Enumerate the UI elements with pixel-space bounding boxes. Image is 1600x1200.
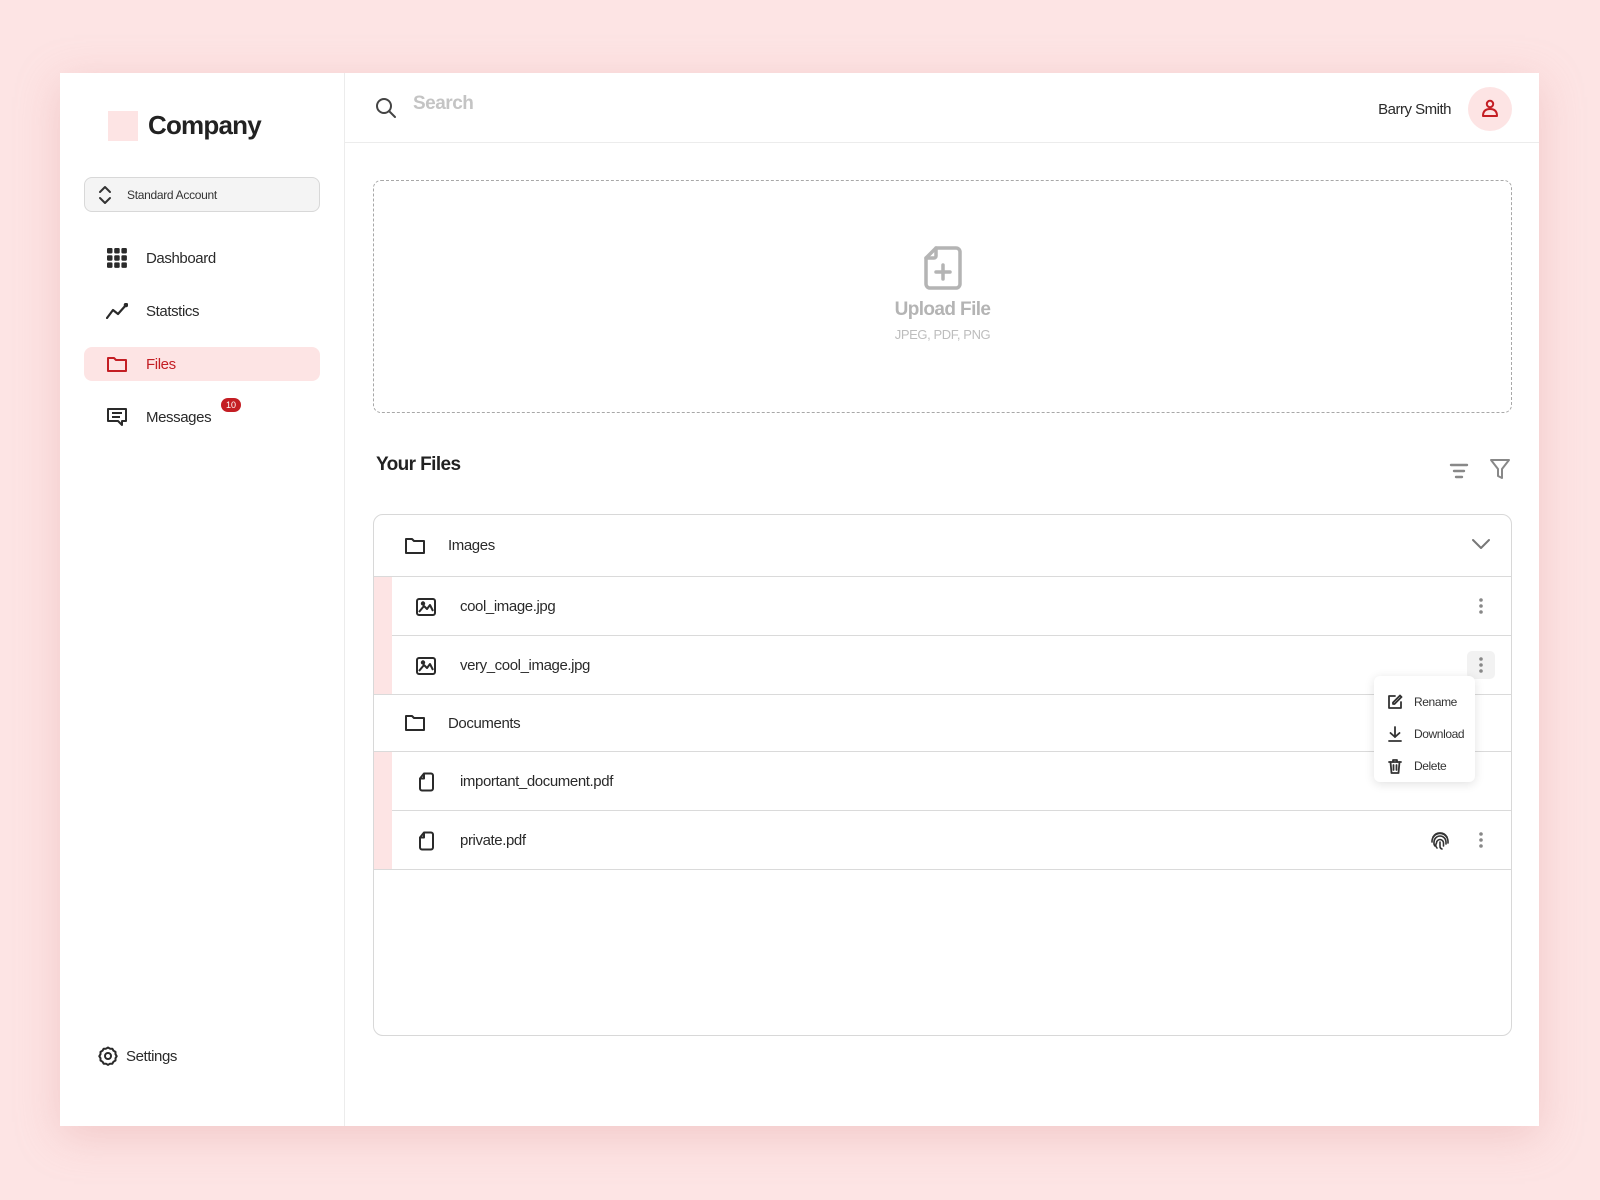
folder-row-documents[interactable]: Documents [374, 695, 1511, 752]
account-label: Standard Account [127, 187, 217, 202]
file-row[interactable]: very_cool_image.jpg [374, 636, 1511, 695]
kebab-icon [1479, 832, 1483, 848]
file-name: important_document.pdf [460, 773, 613, 790]
more-options-button[interactable] [1467, 592, 1495, 620]
file-row[interactable]: important_document.pdf [374, 752, 1511, 811]
folder-icon [106, 353, 128, 375]
upload-title: Upload File [894, 299, 991, 320]
document-icon [419, 772, 434, 791]
sidebar-item-files[interactable]: Files [84, 347, 320, 381]
sidebar-item-statistics[interactable]: Statstics [84, 294, 320, 328]
kebab-icon [1479, 598, 1483, 614]
search-icon [376, 98, 396, 118]
upload-dropzone[interactable]: Upload File JPEG, PDF, PNG [373, 180, 1512, 413]
sidebar-item-label: Statstics [146, 302, 200, 320]
avatar[interactable] [1468, 87, 1512, 131]
grid-icon [106, 247, 128, 269]
more-options-button[interactable] [1467, 651, 1495, 679]
file-row[interactable]: private.pdf [374, 811, 1511, 870]
search-input[interactable] [413, 93, 813, 115]
kebab-icon [1479, 657, 1483, 673]
message-icon [106, 406, 128, 428]
settings-label: Settings [126, 1047, 177, 1065]
sidebar-item-label: Messages [146, 408, 212, 426]
download-icon [1388, 726, 1402, 742]
trash-icon [1388, 759, 1402, 774]
menu-item-rename[interactable]: Rename [1374, 686, 1475, 718]
row-accent [374, 577, 392, 636]
chevron-down-icon[interactable] [1471, 537, 1491, 551]
folder-icon [405, 537, 425, 554]
main-content: Barry Smith Upload File JPEG, PDF, PNG Y… [345, 73, 1539, 1126]
menu-item-label: Delete [1414, 759, 1447, 773]
sidebar-item-label: Dashboard [146, 249, 216, 267]
folder-name: Documents [448, 714, 521, 732]
brand-name: Company [148, 110, 262, 140]
menu-item-label: Download [1414, 727, 1465, 741]
file-list: Images cool_image.jpg very_cool_image.jp… [373, 514, 1512, 1036]
sidebar-item-dashboard[interactable]: Dashboard [84, 241, 320, 275]
file-name: cool_image.jpg [460, 598, 556, 615]
file-add-icon [923, 246, 962, 290]
user-icon [1482, 99, 1498, 117]
settings-link[interactable]: Settings [98, 1046, 177, 1066]
image-icon [416, 597, 436, 616]
user-name: Barry Smith [1378, 101, 1451, 118]
chevron-up-down-icon [99, 185, 111, 204]
edit-icon [1388, 694, 1403, 709]
app-window: Company Standard Account Dashboard Stats… [60, 73, 1539, 1126]
unread-badge: 10 [221, 398, 242, 412]
your-files-heading: Your Files [376, 454, 461, 475]
filter-icon[interactable] [1489, 458, 1511, 480]
sidebar-item-messages[interactable]: Messages 10 [84, 398, 320, 434]
top-bar: Barry Smith [345, 73, 1539, 143]
document-icon [419, 831, 434, 850]
row-accent [374, 636, 392, 695]
folder-row-images[interactable]: Images [374, 515, 1511, 577]
brand: Company [108, 110, 262, 141]
file-row[interactable]: cool_image.jpg [374, 577, 1511, 636]
file-context-menu: Rename Download Delete [1374, 676, 1475, 782]
row-accent [374, 752, 392, 811]
sort-icon[interactable] [1449, 462, 1469, 480]
account-switcher[interactable]: Standard Account [84, 177, 320, 212]
brand-logo [108, 110, 138, 141]
folder-name: Images [448, 537, 495, 554]
file-name: very_cool_image.jpg [460, 657, 590, 674]
image-icon [416, 656, 436, 675]
menu-item-label: Rename [1414, 695, 1457, 709]
sidebar: Company Standard Account Dashboard Stats… [60, 73, 345, 1126]
chart-line-icon [106, 300, 128, 322]
fingerprint-icon [1431, 832, 1449, 850]
menu-item-delete[interactable]: Delete [1374, 750, 1475, 782]
more-options-button[interactable] [1467, 826, 1495, 854]
upload-formats: JPEG, PDF, PNG [894, 327, 991, 342]
gear-icon [98, 1046, 118, 1066]
file-name: private.pdf [460, 832, 526, 849]
menu-item-download[interactable]: Download [1374, 718, 1475, 750]
sidebar-nav: Dashboard Statstics Files Messages 10 [84, 241, 320, 453]
sidebar-item-label: Files [146, 355, 176, 373]
folder-icon [405, 715, 425, 731]
row-accent [374, 811, 392, 870]
